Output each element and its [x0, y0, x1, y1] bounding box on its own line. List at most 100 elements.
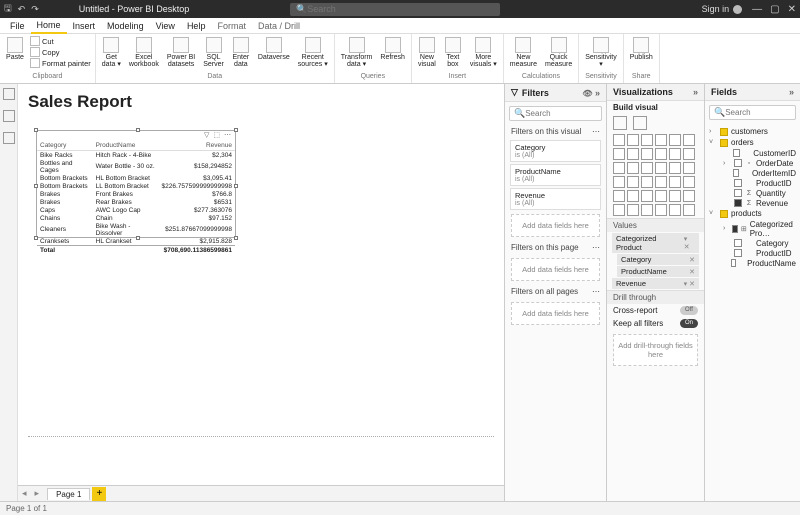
report-canvas[interactable]: Sales Report ▽ ⬚ ⋯ CategoryProductNameRe…: [18, 84, 504, 501]
viz-type-icon[interactable]: [655, 176, 667, 188]
ribbon-button[interactable]: Power BI datasets: [165, 36, 197, 70]
fields-search-input[interactable]: [725, 108, 791, 117]
ribbon-button[interactable]: Text box: [442, 36, 464, 70]
viz-type-icon[interactable]: [627, 204, 639, 216]
viz-type-icon[interactable]: [655, 134, 667, 146]
table-header[interactable]: Category: [37, 141, 93, 151]
keep-filters-toggle[interactable]: On: [680, 319, 698, 328]
filters-search[interactable]: 🔍: [509, 106, 602, 121]
more-icon[interactable]: ⋯: [592, 127, 600, 136]
ribbon-button[interactable]: SQL Server: [201, 36, 226, 70]
minimize-button[interactable]: —: [752, 4, 762, 15]
field-well-item[interactable]: Categorized Product▾ ✕: [612, 233, 699, 253]
focus-icon[interactable]: ⬚: [213, 131, 220, 141]
table-row[interactable]: Bike RacksHitch Rack - 4-Bike$2,304: [37, 151, 235, 160]
viz-type-icon[interactable]: [669, 204, 681, 216]
field-item[interactable]: ΣQuantity: [709, 188, 796, 198]
viz-type-icon[interactable]: [683, 176, 695, 188]
field-checkbox[interactable]: [734, 199, 742, 207]
field-item[interactable]: ΣRevenue: [709, 198, 796, 208]
filter-card[interactable]: Categoryis (All): [510, 140, 601, 162]
field-checkbox[interactable]: [733, 169, 740, 177]
resize-handle[interactable]: [34, 236, 38, 240]
add-filter-dropzone[interactable]: Add data fields here: [511, 258, 600, 281]
resize-handle[interactable]: [136, 236, 140, 240]
viz-type-icon[interactable]: [627, 148, 639, 160]
undo-icon[interactable]: ↶: [18, 4, 26, 15]
field-table[interactable]: ›customers: [709, 126, 796, 137]
redo-icon[interactable]: ↷: [31, 4, 39, 15]
viz-type-icon[interactable]: [627, 190, 639, 202]
field-item[interactable]: OrderItemID: [709, 168, 796, 178]
field-checkbox[interactable]: [734, 179, 742, 187]
filter-card[interactable]: ProductNameis (All): [510, 164, 601, 186]
show-hide-icon[interactable]: 👁: [582, 89, 592, 98]
field-checkbox[interactable]: [734, 159, 742, 167]
viz-type-icon[interactable]: [627, 176, 639, 188]
filters-search-input[interactable]: [525, 109, 597, 118]
maximize-button[interactable]: ▢: [770, 4, 779, 15]
viz-type-icon[interactable]: [655, 204, 667, 216]
fields-search[interactable]: 🔍: [709, 105, 796, 120]
ribbon-tab[interactable]: Format: [211, 19, 252, 33]
field-well-item[interactable]: ProductName✕: [617, 266, 699, 277]
viz-type-icon[interactable]: [641, 134, 653, 146]
viz-type-icon[interactable]: [683, 134, 695, 146]
viz-type-icon[interactable]: [655, 148, 667, 160]
ribbon-tab[interactable]: Help: [181, 19, 212, 33]
ribbon-button[interactable]: New visual: [416, 36, 438, 70]
field-item[interactable]: ProductID: [709, 248, 796, 258]
resize-handle[interactable]: [234, 128, 238, 132]
global-search-input[interactable]: [307, 4, 494, 14]
table-row[interactable]: Bottles and CagesWater Bottle - 30 oz.$1…: [37, 159, 235, 174]
ribbon-button[interactable]: Publish: [628, 36, 655, 62]
field-checkbox[interactable]: [733, 149, 740, 157]
ribbon-tab[interactable]: Modeling: [101, 19, 150, 33]
data-view-icon[interactable]: [3, 110, 15, 122]
viz-type-icon[interactable]: [655, 190, 667, 202]
page-tab[interactable]: Page 1: [47, 488, 90, 500]
collapse-icon[interactable]: [693, 87, 698, 97]
viz-type-icon[interactable]: [655, 162, 667, 174]
viz-type-icon[interactable]: [641, 176, 653, 188]
table-header[interactable]: ProductName: [93, 141, 159, 151]
field-item[interactable]: ›▫OrderDate: [709, 158, 796, 168]
global-search[interactable]: 🔍: [290, 3, 500, 16]
ribbon-button[interactable]: More visuals ▾: [468, 36, 499, 70]
ribbon-tab[interactable]: File: [4, 19, 31, 33]
field-checkbox[interactable]: [732, 225, 738, 233]
ribbon-button[interactable]: Transform data ▾: [339, 36, 375, 70]
viz-type-icon[interactable]: [669, 134, 681, 146]
resize-handle[interactable]: [136, 128, 140, 132]
page-nav-next[interactable]: ▸: [31, 488, 44, 499]
page-nav-prev[interactable]: ◂: [18, 488, 31, 499]
viz-type-icon[interactable]: [627, 162, 639, 174]
format-tab-icon[interactable]: [633, 116, 647, 130]
ribbon-tab[interactable]: Home: [31, 18, 67, 34]
viz-type-icon[interactable]: [641, 204, 653, 216]
paste-button[interactable]: Paste: [4, 36, 26, 62]
field-item[interactable]: ›⊞Categorized Pro…: [709, 219, 796, 238]
more-icon[interactable]: ⋯: [592, 243, 600, 252]
viz-type-icon[interactable]: [613, 190, 625, 202]
field-item[interactable]: CustomerID: [709, 148, 796, 158]
viz-type-icon[interactable]: [641, 148, 653, 160]
ribbon-button[interactable]: Get data ▾: [100, 36, 123, 70]
viz-type-icon[interactable]: [683, 204, 695, 216]
viz-type-icon[interactable]: [613, 148, 625, 160]
field-table[interactable]: ˅orders: [709, 137, 796, 148]
viz-type-icon[interactable]: [641, 190, 653, 202]
more-icon[interactable]: ⋯: [224, 131, 231, 141]
table-row[interactable]: BrakesFront Brakes$766.8: [37, 190, 235, 198]
viz-type-icon[interactable]: [627, 134, 639, 146]
field-checkbox[interactable]: [731, 259, 737, 267]
viz-type-icon[interactable]: [683, 162, 695, 174]
ribbon-tab[interactable]: View: [150, 19, 181, 33]
viz-type-icon[interactable]: [683, 190, 695, 202]
save-icon[interactable]: 🖫: [4, 1, 12, 17]
add-filter-dropzone[interactable]: Add data fields here: [511, 214, 600, 237]
resize-handle[interactable]: [34, 128, 38, 132]
format-painter-button[interactable]: Format painter: [30, 58, 91, 68]
field-checkbox[interactable]: [734, 239, 742, 247]
field-well-item[interactable]: Revenue▾ ✕: [612, 278, 699, 289]
